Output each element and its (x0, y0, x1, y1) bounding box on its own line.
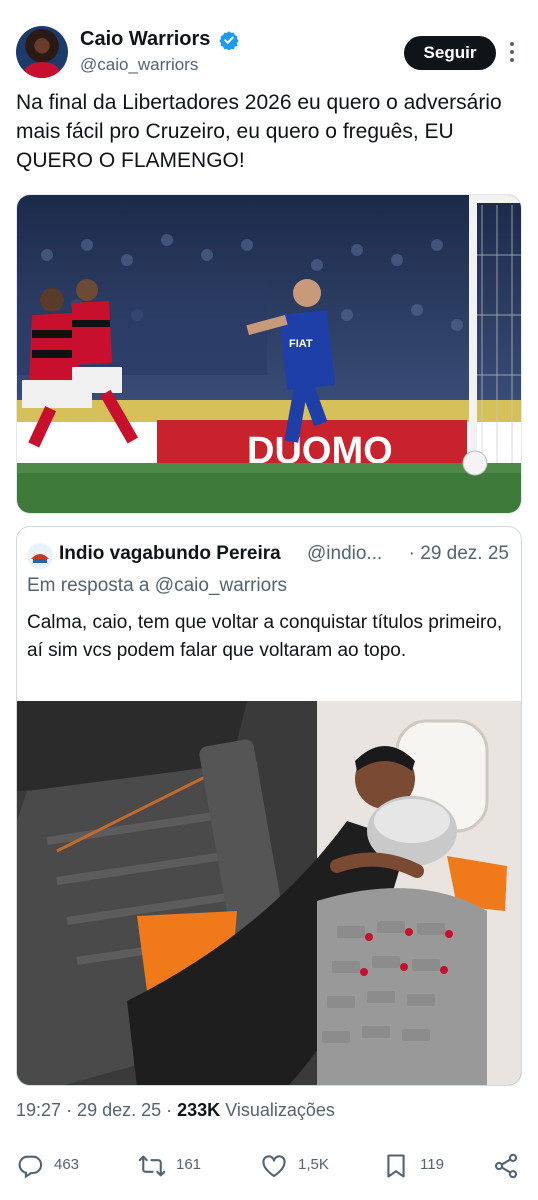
views-count: 233K (177, 1100, 221, 1120)
quoted-tweet[interactable]: Indio vagabundo Pereira @indio... · 29 d… (16, 526, 522, 1086)
quoted-author-avatar[interactable] (27, 543, 53, 569)
football-match-photo: DUOMO FIAT (17, 195, 521, 513)
author-handle[interactable]: @caio_warriors (80, 55, 239, 75)
follow-button[interactable]: Seguir (404, 36, 496, 70)
quoted-author-handle[interactable]: @indio... (307, 543, 382, 565)
quoted-tweet-header: Indio vagabundo Pereira @indio... · 29 d… (27, 541, 513, 569)
shirt-text: FIAT (289, 338, 313, 350)
reply-to-label: Em resposta a @caio_warriors (27, 575, 288, 596)
tweet-photo[interactable]: DUOMO FIAT (16, 194, 522, 514)
tweet-date[interactable]: · 29 dez. 25 · (66, 1100, 172, 1120)
quoted-tweet-text: Calma, caio, tem que voltar a conquistar… (27, 612, 503, 661)
verified-badge-icon (219, 30, 239, 50)
tweet-meta: 19:27 · 29 dez. 25 · 233K Visualizações (16, 1100, 335, 1121)
reply-icon (18, 1155, 43, 1179)
quoted-tweet-date[interactable]: · 29 dez. 25 (409, 543, 509, 565)
reply-count: 463 (54, 1156, 80, 1173)
quoted-avatar-image (27, 543, 53, 569)
bookmark-icon (387, 1154, 405, 1178)
author-names: Caio Warriors @caio_warriors (80, 28, 239, 75)
share-icon (494, 1153, 518, 1179)
like-icon (262, 1155, 286, 1177)
more-icon[interactable] (504, 40, 520, 62)
like-count: 1,5K (298, 1156, 329, 1173)
share-button[interactable] (492, 1150, 522, 1180)
bookmark-count: 119 (420, 1156, 444, 1173)
author-display-name[interactable]: Caio Warriors (80, 28, 210, 51)
retweet-icon (138, 1155, 166, 1177)
views-label: Visualizações (225, 1100, 335, 1120)
action-bar: 463 161 1,5K 119 (16, 1144, 522, 1188)
quoted-author-name[interactable]: Indio vagabundo Pereira (59, 543, 281, 565)
retweet-count: 161 (176, 1156, 202, 1173)
tweet-header: Caio Warriors @caio_warriors Seguir (16, 26, 524, 82)
tweet-text: Na final da Libertadores 2026 eu quero o… (16, 91, 502, 172)
airplane-trophy-photo (17, 701, 521, 1085)
author-avatar[interactable] (16, 26, 68, 78)
tweet-time[interactable]: 19:27 (16, 1100, 61, 1120)
quoted-tweet-photo[interactable] (17, 701, 521, 1085)
